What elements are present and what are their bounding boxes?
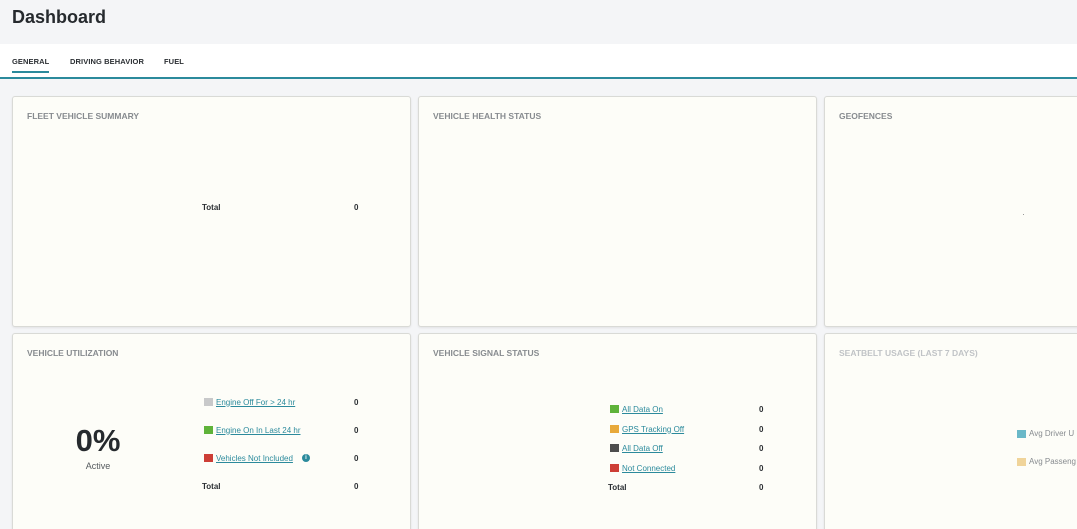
card-title: VEHICLE HEALTH STATUS — [433, 111, 542, 121]
fleet-vehicle-summary-card: FLEET VEHICLE SUMMARY Total 0 — [12, 96, 411, 327]
avg-driver-label: Avg Driver U — [1029, 429, 1075, 438]
total-value: 0 — [354, 482, 359, 491]
swatch-dark — [610, 444, 619, 452]
card-title: VEHICLE UTILIZATION — [27, 348, 119, 358]
card-title: VEHICLE SIGNAL STATUS — [433, 348, 540, 358]
card-title: GEOFENCES — [839, 111, 893, 121]
legend-not-included: Vehicles Not Included i — [204, 452, 310, 464]
seatbelt-usage-card: SEATBELT USAGE (LAST 7 DAYS) Avg Driver … — [824, 333, 1077, 529]
avg-passenger-label: Avg Passeng — [1029, 457, 1076, 466]
utilization-percent: 0% — [75, 423, 121, 458]
gps-tracking-off-value: 0 — [759, 425, 764, 434]
legend-all-data-off: All Data Off — [610, 442, 663, 454]
swatch-green — [610, 405, 619, 413]
tab-fuel[interactable]: FUEL — [164, 57, 184, 66]
page-title: Dashboard — [12, 7, 107, 27]
all-data-on-link[interactable]: All Data On — [622, 405, 663, 414]
gps-tracking-off-link[interactable]: GPS Tracking Off — [622, 425, 684, 434]
tab-driving-behavior[interactable]: DRIVING BEHAVIOR — [70, 57, 144, 66]
dashboard-tabs: GENERAL DRIVING BEHAVIOR FUEL — [0, 44, 1077, 79]
engine-on-value: 0 — [354, 426, 359, 435]
card-title: FLEET VEHICLE SUMMARY — [27, 111, 140, 121]
not-connected-link[interactable]: Not Connected — [622, 464, 675, 473]
swatch-yellow — [1017, 457, 1026, 466]
tab-general[interactable]: GENERAL — [12, 57, 50, 73]
all-data-on-value: 0 — [759, 405, 764, 414]
not-included-value: 0 — [354, 454, 359, 463]
engine-off-value: 0 — [354, 398, 359, 407]
legend-avg-passenger: Avg Passeng — [1017, 457, 1076, 466]
swatch-orange — [610, 425, 619, 433]
not-connected-value: 0 — [759, 464, 764, 473]
not-included-link[interactable]: Vehicles Not Included — [216, 454, 293, 463]
total-label: Total — [202, 482, 221, 491]
legend-gps-tracking-off: GPS Tracking Off — [610, 423, 684, 435]
legend-not-connected: Not Connected — [610, 462, 675, 474]
total-value: 0 — [354, 203, 359, 212]
legend-avg-driver: Avg Driver U — [1017, 429, 1074, 438]
info-icon[interactable]: i — [301, 454, 310, 462]
page-header: Dashboard — [0, 0, 1077, 44]
swatch-red — [204, 454, 213, 462]
map-dot — [1023, 214, 1024, 215]
swatch-grey — [204, 398, 213, 406]
engine-off-link[interactable]: Engine Off For > 24 hr — [216, 398, 295, 407]
card-title: SEATBELT USAGE (LAST 7 DAYS) — [839, 348, 978, 358]
vehicle-health-status-card: VEHICLE HEALTH STATUS — [418, 96, 817, 327]
total-label: Total — [608, 483, 627, 492]
all-data-off-value: 0 — [759, 444, 764, 453]
legend-engine-on: Engine On In Last 24 hr — [204, 424, 301, 436]
geofences-card: GEOFENCES — [824, 96, 1077, 327]
utilization-active-label: Active — [85, 461, 111, 471]
swatch-green — [204, 426, 213, 434]
legend-all-data-on: All Data On — [610, 403, 663, 415]
swatch-teal — [1017, 429, 1026, 438]
total-label: Total — [202, 203, 221, 212]
swatch-red — [610, 464, 619, 472]
vehicle-signal-status-card: VEHICLE SIGNAL STATUS All Data On 0 GPS … — [418, 333, 817, 529]
all-data-off-link[interactable]: All Data Off — [622, 444, 663, 453]
engine-on-link[interactable]: Engine On In Last 24 hr — [216, 426, 301, 435]
vehicle-utilization-card: VEHICLE UTILIZATION 0% Active Engine Off… — [12, 333, 411, 529]
total-value: 0 — [759, 483, 764, 492]
legend-engine-off: Engine Off For > 24 hr — [204, 396, 295, 408]
